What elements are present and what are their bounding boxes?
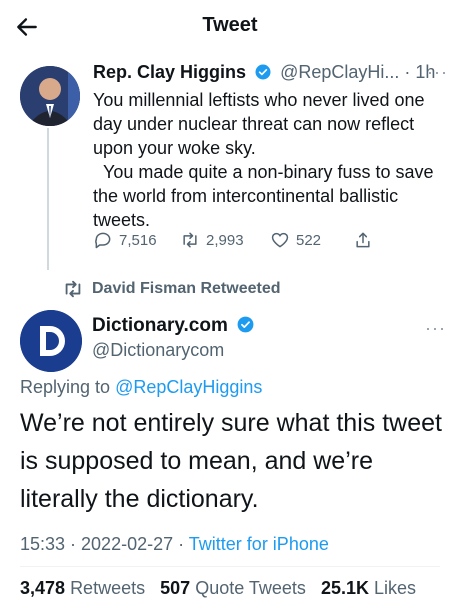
verified-badge-icon — [237, 316, 254, 333]
reply-button[interactable]: 7,516 — [93, 230, 157, 250]
retweet-banner-text[interactable]: David Fisman Retweeted — [92, 280, 281, 298]
likes-count: 25.1K — [320, 578, 370, 598]
more-icon[interactable]: ··· — [425, 318, 446, 339]
tweet-stats: 3,478 Retweets 507 Quote Tweets 25.1K Li… — [20, 578, 416, 599]
avatar[interactable] — [20, 310, 82, 372]
retweet-count: 2,993 — [206, 231, 244, 249]
page-title: Tweet — [202, 14, 258, 36]
author-handle[interactable]: @Dictionarycom — [92, 340, 224, 361]
divider — [20, 566, 440, 567]
replying-prefix: Replying to — [20, 377, 111, 397]
like-icon — [271, 232, 289, 248]
quoted-tweet-header: Rep. Clay Higgins @RepClayHi... · 1h — [93, 62, 453, 83]
retweets-label: Retweets — [70, 578, 146, 598]
tweet-actions: 7,516 2,993 522 — [93, 230, 393, 252]
retweet-banner: David Fisman Retweeted — [62, 278, 281, 300]
likes-stat[interactable]: 25.1K Likes — [321, 578, 416, 598]
avatar[interactable] — [20, 66, 80, 126]
quotes-stat[interactable]: 507 Quote Tweets — [160, 578, 311, 598]
author-name-text[interactable]: Dictionary.com — [92, 315, 228, 336]
quoted-tweet-text: You millennial leftists who never lived … — [93, 90, 434, 230]
retweets-count: 3,478 — [20, 578, 66, 598]
retweet-button[interactable]: 2,993 — [180, 230, 244, 250]
reply-icon — [95, 232, 111, 249]
replying-to-link[interactable]: @RepClayHiggins — [115, 377, 262, 397]
share-icon — [356, 232, 370, 248]
quotes-count: 507 — [160, 578, 191, 598]
like-button[interactable]: 522 — [270, 230, 321, 250]
author-handle[interactable]: @RepClayHi... — [280, 62, 399, 82]
more-icon[interactable]: ··· — [427, 62, 448, 83]
retweet-icon — [183, 232, 197, 248]
tweet-timestamp[interactable]: 15:33 · 2022-02-27 · — [20, 534, 184, 554]
quotes-label: Quote Tweets — [195, 578, 306, 598]
author-name[interactable]: Rep. Clay Higgins — [93, 62, 246, 82]
share-button[interactable] — [353, 230, 373, 250]
thread-connector-line — [47, 128, 49, 270]
verified-badge-icon — [255, 64, 271, 80]
tweet-text: We’re not entirely sure what this tweet … — [20, 409, 442, 513]
tweet-source[interactable]: Twitter for iPhone — [189, 534, 329, 554]
retweet-icon — [65, 280, 81, 298]
replying-to: Replying to @RepClayHiggins — [20, 377, 262, 398]
reply-count: 7,516 — [119, 231, 157, 249]
likes-label: Likes — [374, 578, 417, 598]
tweet-metadata: 15:33 · 2022-02-27 · Twitter for iPhone — [20, 534, 329, 555]
author-name[interactable]: Dictionary.com — [92, 315, 258, 337]
like-count: 522 — [296, 231, 322, 249]
header-bar: Tweet — [0, 0, 460, 54]
retweets-stat[interactable]: 3,478 Retweets — [20, 578, 150, 598]
